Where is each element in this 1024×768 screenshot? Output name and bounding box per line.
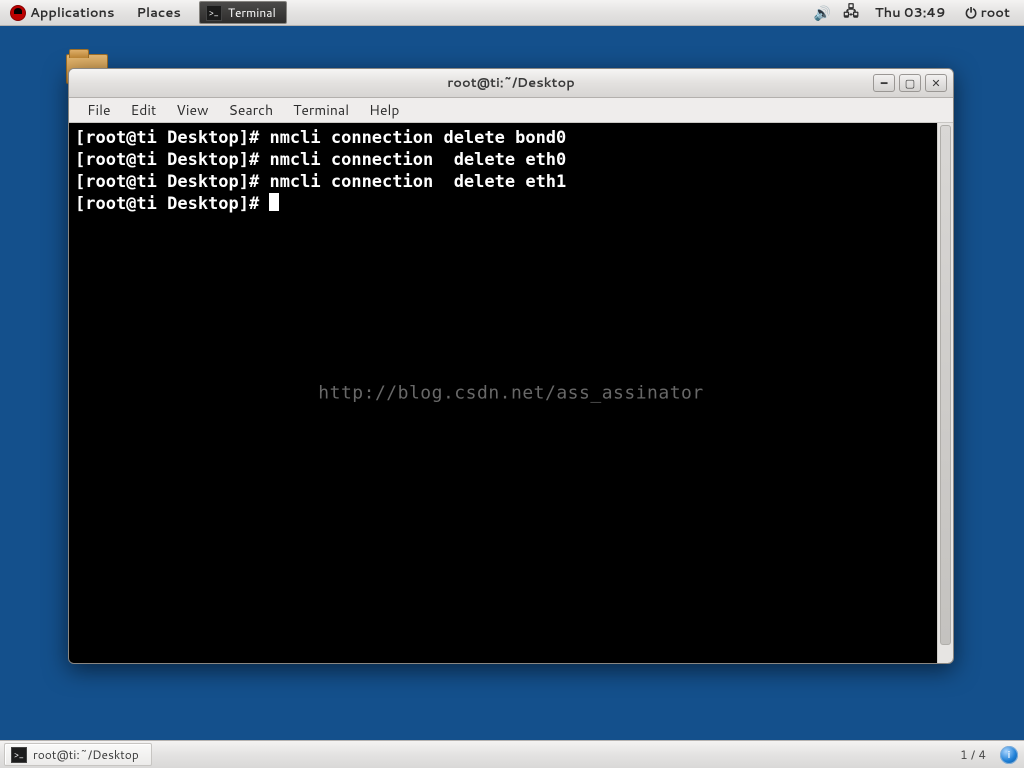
bottom-panel: >_ root@ti:~/Desktop 1 / 4 i — [0, 740, 1024, 768]
maximize-button[interactable]: ▢ — [899, 74, 921, 92]
terminal-icon: >_ — [11, 747, 27, 763]
terminal-line-1: [root@ti Desktop]# nmcli connection dele… — [75, 150, 566, 170]
menu-search[interactable]: Search — [219, 97, 284, 123]
terminal-icon: >_ — [206, 5, 222, 21]
user-menu[interactable]: ⏻ root — [961, 0, 1014, 26]
applications-label: Applications — [30, 4, 114, 22]
clock[interactable]: Thu 03:49 — [871, 1, 950, 25]
window-title: root@ti:~/Desktop — [69, 74, 953, 92]
redhat-icon — [10, 5, 26, 21]
places-menu[interactable]: Places — [132, 1, 184, 25]
workspace-label: 1 / 4 — [960, 746, 986, 763]
bottom-task-label: root@ti:~/Desktop — [33, 746, 139, 763]
user-label: root — [981, 4, 1010, 22]
top-panel: Applications Places >_ Terminal 🔊 🖧 Thu … — [0, 0, 1024, 26]
terminal-window: root@ti:~/Desktop ━ ▢ ✕ File Edit View S… — [68, 68, 954, 664]
clock-label: Thu 03:49 — [875, 4, 946, 22]
logout-icon: ⏻ — [965, 3, 976, 23]
cursor — [269, 193, 279, 211]
menu-file[interactable]: File — [77, 97, 121, 123]
menu-terminal[interactable]: Terminal — [283, 97, 359, 123]
terminal-area[interactable]: [root@ti Desktop]# nmcli connection dele… — [69, 123, 953, 663]
places-label: Places — [136, 4, 180, 22]
volume-icon[interactable]: 🔊 — [814, 3, 831, 23]
menu-view[interactable]: View — [166, 97, 218, 123]
scrollbar[interactable] — [937, 123, 953, 663]
terminal-line-0: [root@ti Desktop]# nmcli connection dele… — [75, 128, 566, 148]
notification-icon[interactable]: i — [1000, 746, 1018, 764]
watermark-text: http://blog.csdn.net/ass_assinator — [318, 383, 703, 404]
bottom-task-terminal[interactable]: >_ root@ti:~/Desktop — [4, 743, 152, 766]
close-button[interactable]: ✕ — [925, 74, 947, 92]
minimize-button[interactable]: ━ — [873, 74, 895, 92]
taskbar-terminal[interactable]: >_ Terminal — [199, 1, 287, 24]
terminal-line-2: [root@ti Desktop]# nmcli connection dele… — [75, 172, 566, 192]
scrollbar-thumb[interactable] — [940, 125, 951, 645]
applications-menu[interactable]: Applications — [6, 1, 118, 25]
menu-help[interactable]: Help — [359, 97, 409, 123]
titlebar[interactable]: root@ti:~/Desktop ━ ▢ ✕ — [69, 69, 953, 98]
menu-edit[interactable]: Edit — [121, 97, 167, 123]
menubar: File Edit View Search Terminal Help — [69, 98, 953, 123]
terminal-prompt: [root@ti Desktop]# — [75, 194, 259, 214]
workspace-indicator[interactable]: 1 / 4 — [956, 744, 990, 765]
taskbar-terminal-label: Terminal — [228, 4, 276, 21]
network-icon[interactable]: 🖧 — [843, 1, 859, 25]
